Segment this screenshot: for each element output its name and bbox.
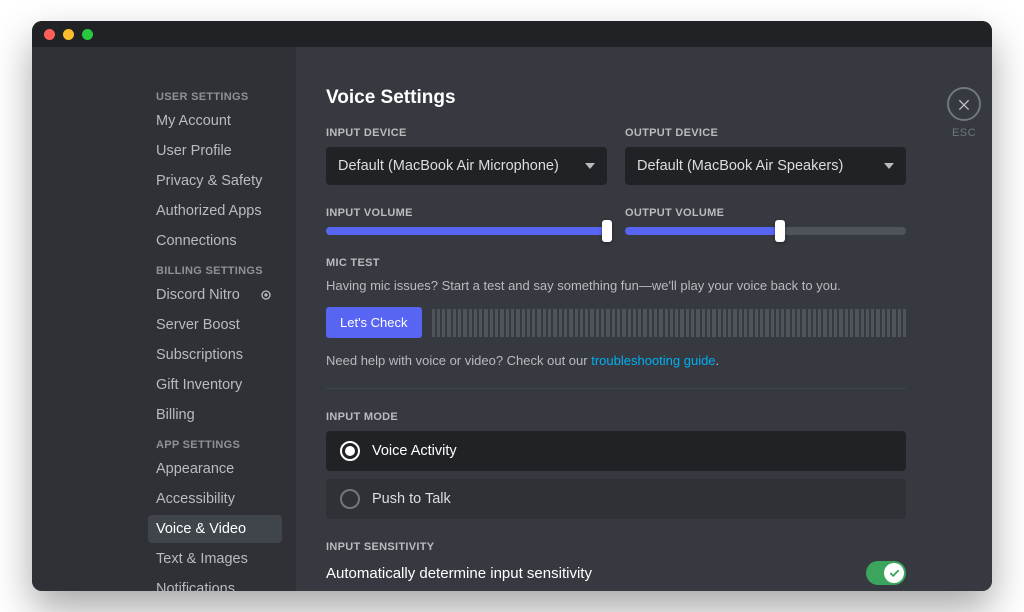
- divider: [326, 388, 906, 389]
- sidebar-item-privacy-safety[interactable]: Privacy & Safety: [148, 167, 282, 195]
- radio-label: Voice Activity: [372, 443, 457, 459]
- sidebar-heading: USER SETTINGS: [148, 87, 282, 107]
- radio-icon: [340, 489, 360, 509]
- nitro-badge-icon: [258, 287, 274, 303]
- app-window: USER SETTINGS My Account User Profile Priva…: [32, 21, 992, 591]
- output-volume-slider[interactable]: [625, 227, 906, 235]
- input-mode-label: INPUT MODE: [326, 411, 906, 423]
- settings-content: Voice Settings INPUT DEVICE Default (Mac…: [296, 47, 936, 591]
- sidebar-item-voice-video[interactable]: Voice & Video: [148, 515, 282, 543]
- sidebar-item-text-images[interactable]: Text & Images: [148, 545, 282, 573]
- sidebar-item-accessibility[interactable]: Accessibility: [148, 485, 282, 513]
- titlebar: [32, 21, 992, 47]
- mic-test-help: Having mic issues? Start a test and say …: [326, 277, 906, 295]
- sidebar-item-label: Discord Nitro: [156, 287, 240, 303]
- sidebar-item-label: Notifications: [156, 581, 235, 591]
- input-device-select[interactable]: Default (MacBook Air Microphone): [326, 147, 607, 185]
- close-icon: [956, 96, 972, 112]
- slider-thumb[interactable]: [775, 220, 785, 242]
- mic-help-footer-prefix: Need help with voice or video? Check out…: [326, 353, 591, 368]
- sidebar-item-label: Gift Inventory: [156, 377, 242, 393]
- radio-icon: [340, 441, 360, 461]
- sidebar-item-label: Voice & Video: [156, 521, 246, 537]
- sidebar-item-user-profile[interactable]: User Profile: [148, 137, 282, 165]
- slider-thumb[interactable]: [602, 220, 612, 242]
- sidebar-item-connections[interactable]: Connections: [148, 227, 282, 255]
- sidebar-item-label: My Account: [156, 113, 231, 129]
- close-settings-button[interactable]: [947, 87, 981, 121]
- input-mode-option-voice-activity[interactable]: Voice Activity: [326, 431, 906, 471]
- sidebar-item-server-boost[interactable]: Server Boost: [148, 311, 282, 339]
- output-device-select[interactable]: Default (MacBook Air Speakers): [625, 147, 906, 185]
- sidebar-item-billing[interactable]: Billing: [148, 401, 282, 429]
- traffic-light-zoom[interactable]: [82, 29, 93, 40]
- input-device-label: INPUT DEVICE: [326, 127, 607, 139]
- toggle-knob: [884, 563, 904, 583]
- sidebar-item-label: Billing: [156, 407, 195, 423]
- auto-sensitivity-label: Automatically determine input sensitivit…: [326, 565, 592, 582]
- page-title: Voice Settings: [326, 87, 906, 109]
- sidebar-item-notifications[interactable]: Notifications: [148, 575, 282, 591]
- sidebar-item-subscriptions[interactable]: Subscriptions: [148, 341, 282, 369]
- chevron-down-icon: [585, 163, 595, 169]
- close-label: ESC: [952, 127, 976, 139]
- input-device-value: Default (MacBook Air Microphone): [338, 158, 559, 174]
- sidebar-item-label: Appearance: [156, 461, 234, 477]
- sidebar-item-label: Authorized Apps: [156, 203, 262, 219]
- sidebar-item-my-account[interactable]: My Account: [148, 107, 282, 135]
- mic-help-footer-suffix: .: [716, 353, 720, 368]
- sidebar-item-label: Accessibility: [156, 491, 235, 507]
- mic-test-label: MIC TEST: [326, 257, 906, 269]
- sidebar-item-label: Subscriptions: [156, 347, 243, 363]
- sidebar-item-label: User Profile: [156, 143, 232, 159]
- sidebar-heading: APP SETTINGS: [148, 435, 282, 455]
- sidebar-heading: BILLING SETTINGS: [148, 261, 282, 281]
- traffic-light-minimize[interactable]: [63, 29, 74, 40]
- input-sensitivity-label: INPUT SENSITIVITY: [326, 541, 906, 553]
- input-volume-label: INPUT VOLUME: [326, 207, 607, 219]
- mic-level-meter: [432, 309, 906, 337]
- sidebar-item-discord-nitro[interactable]: Discord Nitro: [148, 281, 282, 309]
- output-device-value: Default (MacBook Air Speakers): [637, 158, 843, 174]
- sidebar-item-label: Text & Images: [156, 551, 248, 567]
- troubleshooting-link[interactable]: troubleshooting guide: [591, 353, 715, 368]
- input-mode-option-push-to-talk[interactable]: Push to Talk: [326, 479, 906, 519]
- mic-test-button[interactable]: Let's Check: [326, 307, 422, 338]
- traffic-light-close[interactable]: [44, 29, 55, 40]
- sidebar-item-label: Server Boost: [156, 317, 240, 333]
- sidebar-item-authorized-apps[interactable]: Authorized Apps: [148, 197, 282, 225]
- auto-sensitivity-toggle[interactable]: [866, 561, 906, 585]
- input-volume-slider[interactable]: [326, 227, 607, 235]
- output-volume-label: OUTPUT VOLUME: [625, 207, 906, 219]
- sidebar-item-gift-inventory[interactable]: Gift Inventory: [148, 371, 282, 399]
- sidebar-item-label: Connections: [156, 233, 237, 249]
- settings-sidebar: USER SETTINGS My Account User Profile Priva…: [32, 47, 296, 591]
- chevron-down-icon: [884, 163, 894, 169]
- output-device-label: OUTPUT DEVICE: [625, 127, 906, 139]
- sidebar-item-label: Privacy & Safety: [156, 173, 262, 189]
- sidebar-item-appearance[interactable]: Appearance: [148, 455, 282, 483]
- radio-label: Push to Talk: [372, 491, 451, 507]
